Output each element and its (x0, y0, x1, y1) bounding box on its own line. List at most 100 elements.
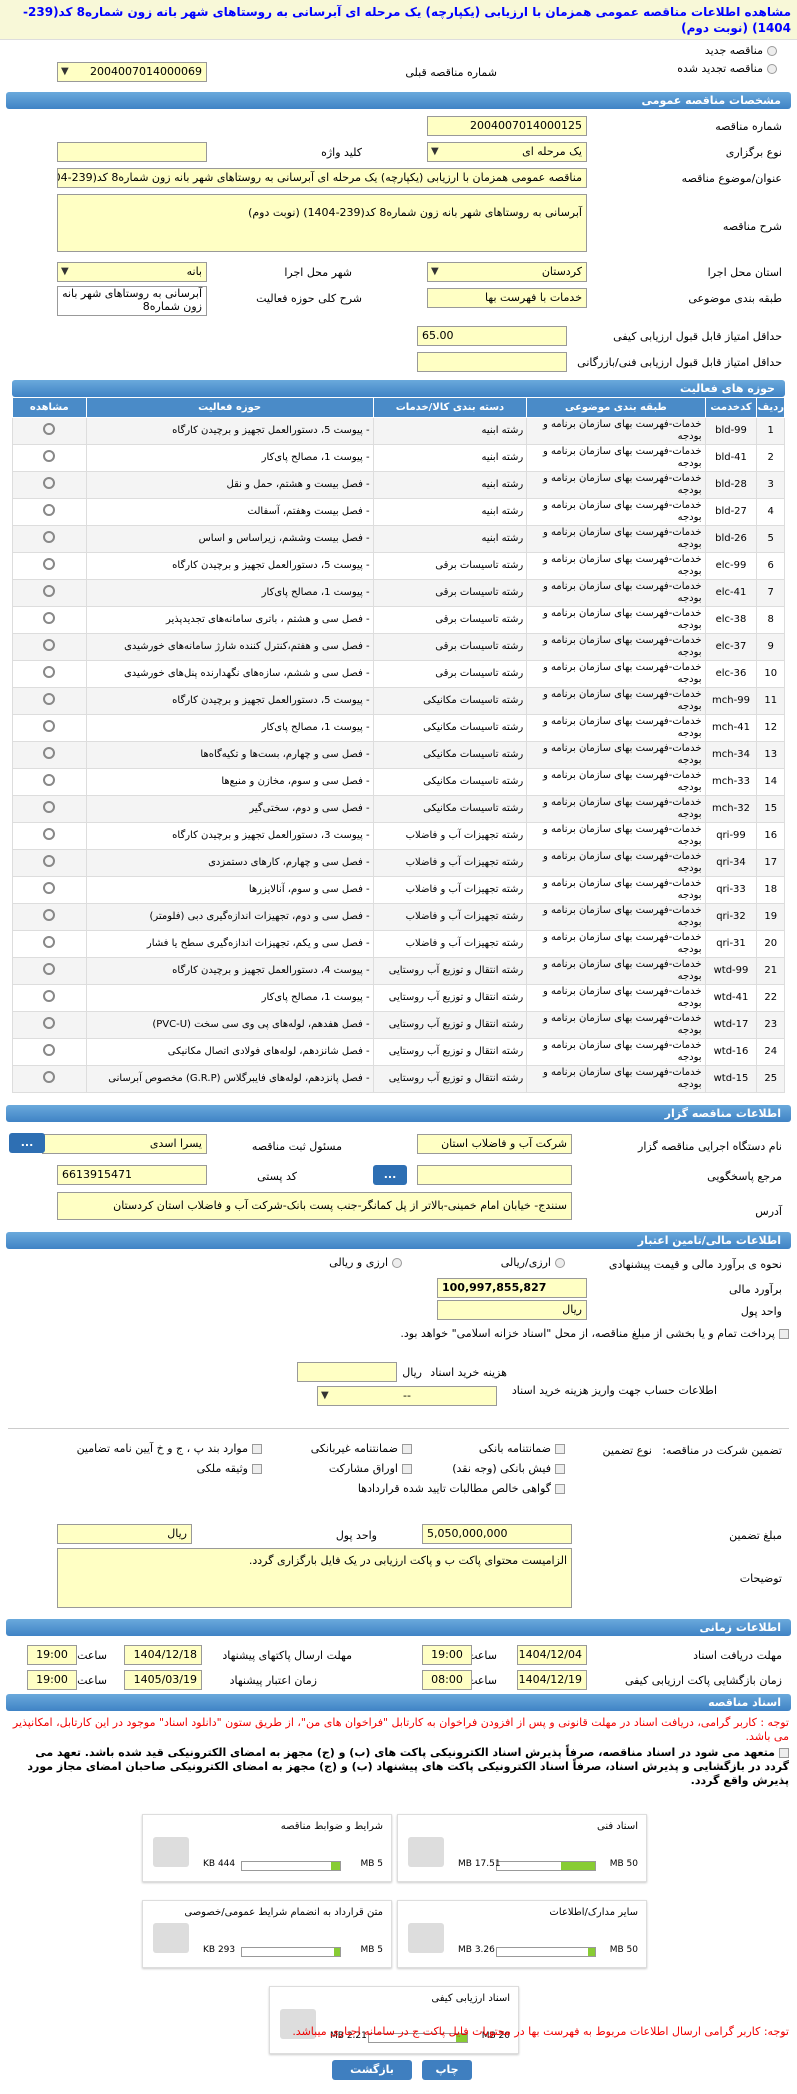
property-check[interactable]: وثیقه ملکی (197, 1462, 262, 1475)
view-cell[interactable] (12, 525, 87, 553)
magnifier-icon[interactable] (43, 1017, 56, 1029)
magnifier-icon[interactable] (43, 423, 56, 435)
view-cell[interactable] (12, 633, 87, 661)
responsible-more-button[interactable]: ... (9, 1133, 45, 1153)
magnifier-icon[interactable] (43, 801, 56, 813)
magnifier-icon[interactable] (43, 639, 56, 651)
magnifier-icon[interactable] (43, 477, 56, 489)
bank-guarantee-check[interactable]: ضمانتنامه بانکی (479, 1442, 565, 1455)
new-tender-radio[interactable]: مناقصه جدید (705, 44, 777, 57)
address-field: سنندج- خیابان امام خمینی-بالاتر از پل کم… (57, 1192, 572, 1220)
table-row: 1 bld-99 خدمات-فهرست بهای سازمان برنامه و … (12, 417, 785, 445)
magnifier-icon[interactable] (43, 612, 56, 624)
magnifier-icon[interactable] (43, 855, 56, 867)
chevron-down-icon: ▼ (431, 146, 439, 157)
doc-card[interactable]: متن قرارداد به انضمام شرایط عمومی/خصوصی 5… (142, 1900, 392, 1968)
view-cell[interactable] (12, 498, 87, 526)
magnifier-icon[interactable] (43, 882, 56, 894)
doc-card[interactable]: سایر مدارک/اطلاعات 50 MB 3.26 MB (397, 1900, 647, 1968)
view-cell[interactable] (12, 984, 87, 1012)
view-cell[interactable] (12, 471, 87, 499)
doc-card-max: 5 MB (360, 1945, 383, 1955)
claims-check[interactable]: گواهی خالص مطالبات تایید شده قراردادها (358, 1482, 565, 1495)
city-select[interactable]: بانه ▼ (57, 262, 207, 282)
view-cell[interactable] (12, 768, 87, 796)
magnifier-icon[interactable] (43, 1071, 56, 1083)
magnifier-icon[interactable] (43, 585, 56, 597)
view-cell[interactable] (12, 876, 87, 904)
recv-label: مهلت دریافت اسناد (693, 1649, 782, 1662)
prev-number-select[interactable]: 2004007014000069 ▼ (57, 62, 207, 82)
magnifier-icon[interactable] (43, 666, 56, 678)
magnifier-icon[interactable] (43, 450, 56, 462)
magnifier-icon[interactable] (43, 828, 56, 840)
cell-code: bld-99 (704, 417, 758, 445)
magnifier-icon[interactable] (43, 990, 56, 1002)
estimate-option-1[interactable]: ارزی/ریالی (501, 1256, 565, 1269)
view-cell[interactable] (12, 957, 87, 985)
tender-type-select[interactable]: یک مرحله ای ▼ (427, 142, 587, 162)
view-cell[interactable] (12, 849, 87, 877)
view-cell[interactable] (12, 552, 87, 580)
view-cell[interactable] (12, 714, 87, 742)
cell-code: wtd-99 (704, 957, 758, 985)
cell-activity: - فصل سی و چهارم، بست‌ها و تکیه‌گاه‌ها (85, 741, 374, 769)
view-cell[interactable] (12, 606, 87, 634)
magnifier-icon[interactable] (43, 693, 56, 705)
view-cell[interactable] (12, 444, 87, 472)
recv-time: 19:00 (422, 1645, 472, 1665)
estimate-option-2[interactable]: ارزی و ریالی (329, 1256, 402, 1269)
view-cell[interactable] (12, 930, 87, 958)
treasury-check[interactable]: پرداخت تمام و یا بخشی از مبلغ مناقصه، از… (9, 1327, 789, 1341)
cash-check[interactable]: فیش بانکی (وجه نقد) (452, 1462, 565, 1475)
docs-note-3: توجه: کاربر گرامی ارسال اطلاعات مربوط به… (292, 2025, 789, 2038)
view-cell[interactable] (12, 660, 87, 688)
view-cell[interactable] (12, 822, 87, 850)
view-cell[interactable] (12, 1038, 87, 1066)
back-button[interactable]: بازگشت (332, 2060, 412, 2080)
cell-code: elc-99 (704, 552, 758, 580)
col-code: کدخدمت (704, 397, 758, 418)
doc-card[interactable]: شرایط و ضوابط مناقصه 5 MB 444 KB (142, 1814, 392, 1882)
print-button[interactable]: چاپ (422, 2060, 472, 2080)
renew-tender-radio[interactable]: مناقصه تجدید شده (677, 62, 777, 75)
magnifier-icon[interactable] (43, 1044, 56, 1056)
magnifier-icon[interactable] (43, 747, 56, 759)
cell-activity: - پیوست 1، مصالح پای‌کار (85, 714, 374, 742)
view-cell[interactable] (12, 1011, 87, 1039)
cell-group: رشته تاسیسات برقی (372, 660, 528, 688)
valid-date: 1405/03/19 (124, 1670, 202, 1690)
view-cell[interactable] (12, 903, 87, 931)
magnifier-icon[interactable] (43, 774, 56, 786)
ref-more-button[interactable]: ... (373, 1165, 407, 1185)
doc-card-progress (496, 1861, 596, 1871)
cell-category: خدمات-فهرست بهای سازمان برنامه و بودجه (526, 741, 706, 769)
magnifier-icon[interactable] (43, 963, 56, 975)
magnifier-icon[interactable] (43, 909, 56, 921)
view-cell[interactable] (12, 687, 87, 715)
cell-activity: - فصل سی و یکم، تجهیزات اندازه‌گیری سطح … (85, 930, 374, 958)
doc-card[interactable]: اسناد ارزیابی کیفی 20 MB 2.21 MB (269, 1986, 519, 2054)
cell-category: خدمات-فهرست بهای سازمان برنامه و بودجه (526, 849, 706, 877)
province-select[interactable]: کردستان ▼ (427, 262, 587, 282)
view-cell[interactable] (12, 795, 87, 823)
magnifier-icon[interactable] (43, 720, 56, 732)
magnifier-icon[interactable] (43, 936, 56, 948)
doc-card[interactable]: اسناد فنی 50 MB 17.51 MB (397, 1814, 647, 1882)
view-cell[interactable] (12, 741, 87, 769)
scope-list[interactable]: آبرسانی به روستاهای شهر بانه زون شماره8 (57, 286, 207, 316)
magnifier-icon[interactable] (43, 558, 56, 570)
keyword-field[interactable] (57, 142, 207, 162)
nonbank-guarantee-check[interactable]: ضمانتنامه غیربانکی (311, 1442, 412, 1455)
regulation-check[interactable]: موارد بند پ ، ج و خ آیین نامه تضامین (77, 1442, 262, 1455)
account-select[interactable]: -- ▼ (317, 1386, 497, 1406)
table-row: 25 wtd-15 خدمات-فهرست بهای سازمان برنامه و… (12, 1065, 785, 1093)
view-cell[interactable] (12, 417, 87, 445)
magnifier-icon[interactable] (43, 531, 56, 543)
bonds-check[interactable]: اوراق مشارکت (329, 1462, 412, 1475)
view-cell[interactable] (12, 579, 87, 607)
magnifier-icon[interactable] (43, 504, 56, 516)
estimate-label: نحوه ی برآورد مالی و قیمت پیشنهادی (608, 1258, 782, 1271)
view-cell[interactable] (12, 1065, 87, 1093)
table-row: 23 wtd-17 خدمات-فهرست بهای سازمان برنامه و… (12, 1011, 785, 1039)
